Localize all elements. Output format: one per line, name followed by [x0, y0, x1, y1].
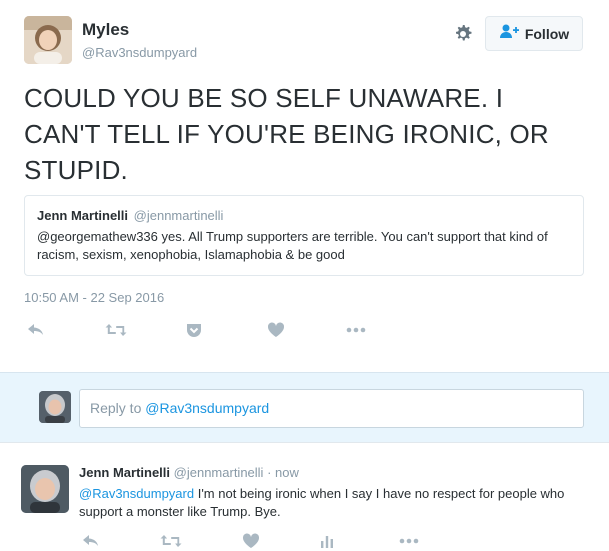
analytics-icon[interactable] [315, 529, 339, 551]
reply-box: Reply to @Rav3nsdumpyard [0, 372, 609, 443]
screen-name[interactable]: @Rav3nsdumpyard [82, 44, 197, 62]
reply-author-handle[interactable]: @jennmartinelli [174, 465, 264, 480]
quote-text: @georgemathew336 yes. All Trump supporte… [37, 229, 548, 262]
like-icon[interactable] [239, 529, 263, 551]
follow-label: Follow [524, 25, 570, 42]
main-tweet: Myles @Rav3nsdumpyard Follow COULD YOU B… [0, 0, 609, 372]
tweet-text: COULD YOU BE SO SELF UNAWARE. I CAN'T TE… [24, 83, 549, 185]
avatar[interactable] [24, 16, 72, 64]
separator: · [263, 465, 276, 480]
quote-author-handle: @jennmartinelli [133, 208, 224, 223]
avatar[interactable] [21, 465, 69, 513]
more-icon[interactable] [397, 529, 421, 551]
reply-time[interactable]: now [275, 465, 299, 480]
avatar [39, 391, 71, 423]
gear-icon[interactable] [451, 22, 475, 46]
quoted-tweet[interactable]: Jenn Martinelli @jennmartinelli @georgem… [24, 195, 584, 276]
tweet-timestamp[interactable]: 10:50 AM - 22 Sep 2016 [24, 290, 164, 305]
display-name[interactable]: Myles [82, 20, 197, 40]
more-icon[interactable] [344, 318, 368, 342]
pocket-icon[interactable] [182, 318, 206, 342]
user-info: Myles @Rav3nsdumpyard [82, 20, 197, 62]
reply-tweet: Jenn Martinelli @jennmartinelli · now @R… [0, 453, 609, 551]
reply-prefix: Reply to [90, 400, 146, 416]
quote-author-name: Jenn Martinelli [37, 208, 129, 223]
reply-text: @Rav3nsdumpyard I'm not being ironic whe… [79, 485, 594, 521]
reply-mention: @Rav3nsdumpyard [145, 400, 270, 416]
reply-icon[interactable] [24, 318, 48, 342]
follow-person-icon [499, 23, 519, 44]
retweet-icon[interactable] [159, 529, 183, 551]
quote-header: Jenn Martinelli @jennmartinelli [37, 208, 571, 224]
reply-input[interactable]: Reply to @Rav3nsdumpyard [79, 389, 584, 428]
reply-header: Jenn Martinelli @jennmartinelli · now [79, 465, 299, 481]
follow-button[interactable]: Follow [485, 16, 583, 51]
reply-author-name[interactable]: Jenn Martinelli [79, 465, 170, 480]
reply-mention-link[interactable]: @Rav3nsdumpyard [79, 486, 194, 501]
retweet-icon[interactable] [104, 318, 128, 342]
like-icon[interactable] [264, 318, 288, 342]
reply-icon[interactable] [79, 529, 103, 551]
